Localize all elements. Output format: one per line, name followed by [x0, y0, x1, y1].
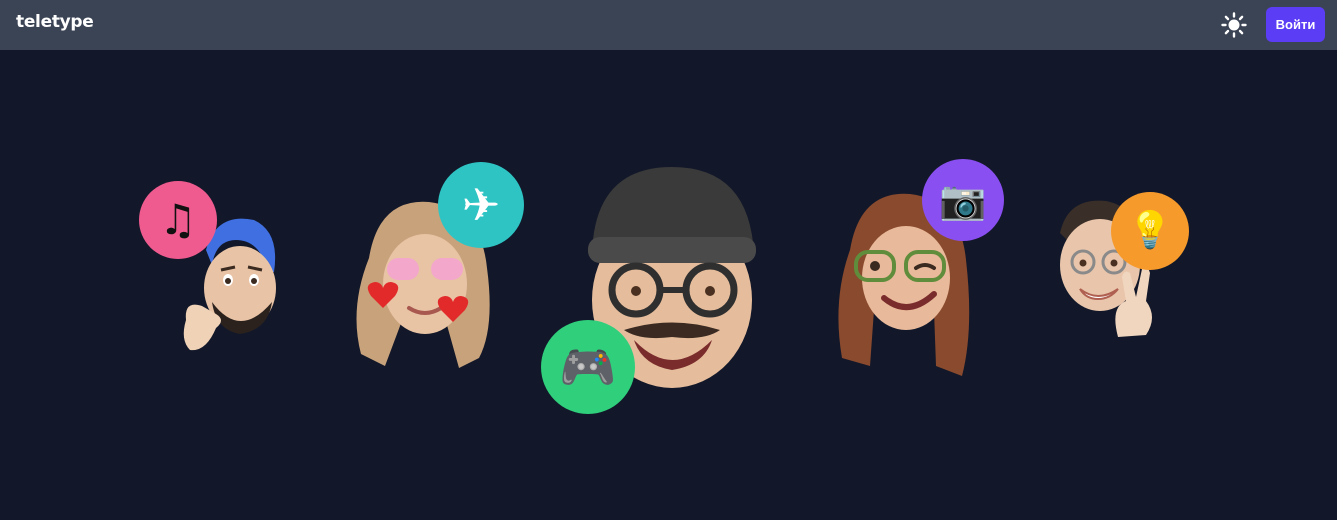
- top-navigation-bar: teletype Войти: [0, 0, 1337, 50]
- gamepad-icon: 🎮: [559, 340, 617, 394]
- login-button[interactable]: Войти: [1266, 7, 1325, 42]
- theme-toggle-button[interactable]: [1220, 11, 1248, 39]
- lightbulb-icon: 💡: [1127, 210, 1173, 251]
- gamepad-badge: 🎮: [541, 320, 635, 414]
- hero-illustration: ♫ ✈ 🎮 📷 💡: [0, 50, 1337, 520]
- airplane-icon: ✈: [461, 178, 501, 232]
- music-note-badge: ♫: [139, 181, 217, 259]
- sun-icon: [1221, 12, 1247, 38]
- music-note-icon: ♫: [159, 195, 197, 244]
- camera-icon: 📷: [939, 178, 987, 222]
- teletype-logo[interactable]: teletype: [16, 10, 94, 34]
- lightbulb-badge: 💡: [1111, 192, 1189, 270]
- camera-badge: 📷: [922, 159, 1004, 241]
- airplane-badge: ✈: [438, 162, 524, 248]
